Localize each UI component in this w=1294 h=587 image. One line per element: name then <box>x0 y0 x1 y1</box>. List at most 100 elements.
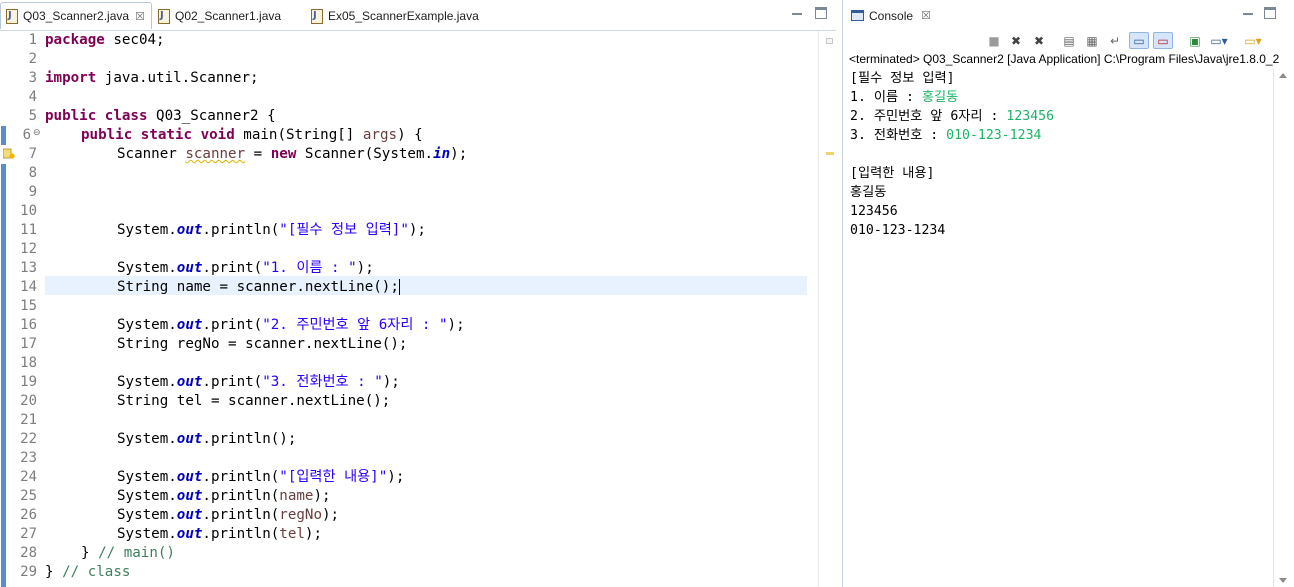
code-line: Scanner scanner = new Scanner(System.in)… <box>117 146 468 162</box>
editor-pane: Q03_Scanner2.java ☒ Q02_Scanner1.java Ex… <box>0 0 836 587</box>
code-line: System.out.println("[필수 정보 입력]"); <box>117 222 426 238</box>
console-line: 123456 <box>850 204 898 219</box>
console-input: 010-123-1234 <box>946 128 1042 143</box>
code-line: System.out.println(name); <box>117 488 331 504</box>
code-line: package sec04; <box>45 32 165 48</box>
code-line: } // main() <box>81 545 175 561</box>
console-line: [입력한 내용] <box>850 166 935 181</box>
line-number: 13 <box>20 260 37 276</box>
code-line: System.out.println("[입력한 내용]"); <box>117 469 405 485</box>
line-number: 27 <box>20 526 37 542</box>
line-number: 21 <box>20 412 37 428</box>
console-line: 1. 이름 : 홍길동 <box>850 90 959 105</box>
word-wrap-icon[interactable]: ↵ <box>1105 32 1125 49</box>
code-line: } // class <box>45 564 131 580</box>
remove-launch-icon[interactable]: ✖ <box>1006 32 1026 49</box>
tab-label: Q03_Scanner2.java <box>23 9 130 23</box>
line-number: 24 <box>20 469 37 485</box>
line-number: 15 <box>20 298 37 314</box>
fold-icon[interactable]: ⊖ <box>33 128 41 138</box>
minimize-icon[interactable] <box>792 9 802 15</box>
java-file-icon <box>157 8 170 24</box>
console-input: 홍길동 <box>921 90 959 105</box>
line-number: 12 <box>20 241 37 257</box>
tab-ex05-scanner-example[interactable]: Ex05_ScannerExample.java <box>310 4 479 27</box>
line-number: 3 <box>28 70 37 86</box>
tab-q02-scanner1[interactable]: Q02_Scanner1.java <box>157 4 281 27</box>
show-on-stdout-icon[interactable]: ▭ <box>1129 32 1149 49</box>
code-line: System.out.println(regNo); <box>117 507 340 523</box>
console-scrollbar[interactable] <box>1273 69 1293 587</box>
code-line: public static void main(String[] args) { <box>81 127 423 143</box>
scroll-down-icon[interactable] <box>1279 578 1287 583</box>
tab-label: Ex05_ScannerExample.java <box>328 8 479 23</box>
pin-console-icon[interactable]: ▣ <box>1185 32 1205 49</box>
remove-all-icon[interactable]: ✖ <box>1029 32 1049 49</box>
line-number: 8 <box>28 165 37 181</box>
text-caret <box>398 279 400 295</box>
code-line: import java.util.Scanner; <box>45 70 259 86</box>
tab-q03-scanner2[interactable]: Q03_Scanner2.java ☒ <box>0 2 152 29</box>
line-number: 22 <box>20 431 37 447</box>
scroll-lock-icon[interactable]: ▦ <box>1082 32 1102 49</box>
open-console-icon[interactable]: ▭▾ <box>1243 32 1263 49</box>
console-line: 3. 전화번호 : 010-123-1234 <box>850 128 1042 143</box>
console-icon <box>851 10 864 21</box>
line-number: 18 <box>20 355 37 371</box>
minimize-icon[interactable] <box>1243 9 1253 15</box>
code-line: System.out.print("1. 이름 : "); <box>117 260 374 276</box>
java-file-icon <box>5 9 18 24</box>
console-pane: Console ☒ ■ ✖ ✖ ▤ ▦ ↵ ▭ ▭ ▣ ▭▾ ▭▾ <termi… <box>842 0 1294 587</box>
console-line: 홍길동 <box>850 185 887 200</box>
console-line: 010-123-1234 <box>850 223 946 238</box>
console-input: 123456 <box>1006 109 1055 124</box>
display-console-icon[interactable]: ▭▾ <box>1209 32 1229 49</box>
line-number: 17 <box>20 336 37 352</box>
terminate-icon[interactable]: ■ <box>984 32 1004 49</box>
warning-marker[interactable] <box>826 152 834 155</box>
line-number: 28 <box>20 545 37 561</box>
clear-console-icon[interactable]: ▤ <box>1059 32 1079 49</box>
line-number: 2 <box>28 51 37 67</box>
maximize-icon[interactable] <box>1264 7 1276 19</box>
line-number: 5 <box>28 108 37 124</box>
console-line: [필수 정보 입력] <box>850 71 955 86</box>
line-number: 10 <box>20 203 37 219</box>
line-number: 25 <box>20 488 37 504</box>
line-number: 16 <box>20 317 37 333</box>
line-number: 19 <box>20 374 37 390</box>
code-line: String regNo = scanner.nextLine(); <box>117 336 408 352</box>
code-line: public class Q03_Scanner2 { <box>45 108 276 124</box>
tab-console[interactable]: Console ☒ <box>843 2 939 29</box>
scroll-up-icon[interactable] <box>1279 73 1287 78</box>
show-on-stderr-icon[interactable]: ▭ <box>1153 32 1173 49</box>
line-number: 29 <box>20 564 37 580</box>
console-line: 2. 주민번호 앞 6자리 : 123456 <box>850 109 1055 124</box>
line-number: 11 <box>20 222 37 238</box>
code-line: String tel = scanner.nextLine(); <box>117 393 391 409</box>
code-line: System.out.print("2. 주민번호 앞 6자리 : "); <box>117 317 465 333</box>
console-launch-description: <terminated> Q03_Scanner2 [Java Applicat… <box>849 52 1280 66</box>
code-line: System.out.print("3. 전화번호 : "); <box>117 374 400 390</box>
line-number: 14 <box>20 279 37 295</box>
line-number: 6 <box>22 127 31 143</box>
line-number: 1 <box>28 32 37 48</box>
overview-summary-icon <box>826 38 833 44</box>
java-file-icon <box>310 8 323 24</box>
code-line: System.out.println(tel); <box>117 526 323 542</box>
maximize-icon[interactable] <box>815 7 827 19</box>
line-number: 9 <box>28 184 37 200</box>
close-icon[interactable]: ☒ <box>921 9 931 22</box>
change-ruler <box>0 31 7 587</box>
editor-tab-bar: Q03_Scanner2.java ☒ Q02_Scanner1.java Ex… <box>0 0 836 31</box>
code-line: System.out.println(); <box>117 431 297 447</box>
line-number: 23 <box>20 450 37 466</box>
line-number: 26 <box>20 507 37 523</box>
code-line: String name = scanner.nextLine(); <box>117 279 400 295</box>
close-icon[interactable]: ☒ <box>135 10 145 23</box>
tab-label: Console <box>869 8 914 23</box>
tab-label: Q02_Scanner1.java <box>175 8 282 23</box>
warning-icon[interactable] <box>3 148 15 159</box>
editor-overview-ruler[interactable] <box>818 31 836 587</box>
line-number: 20 <box>20 393 37 409</box>
